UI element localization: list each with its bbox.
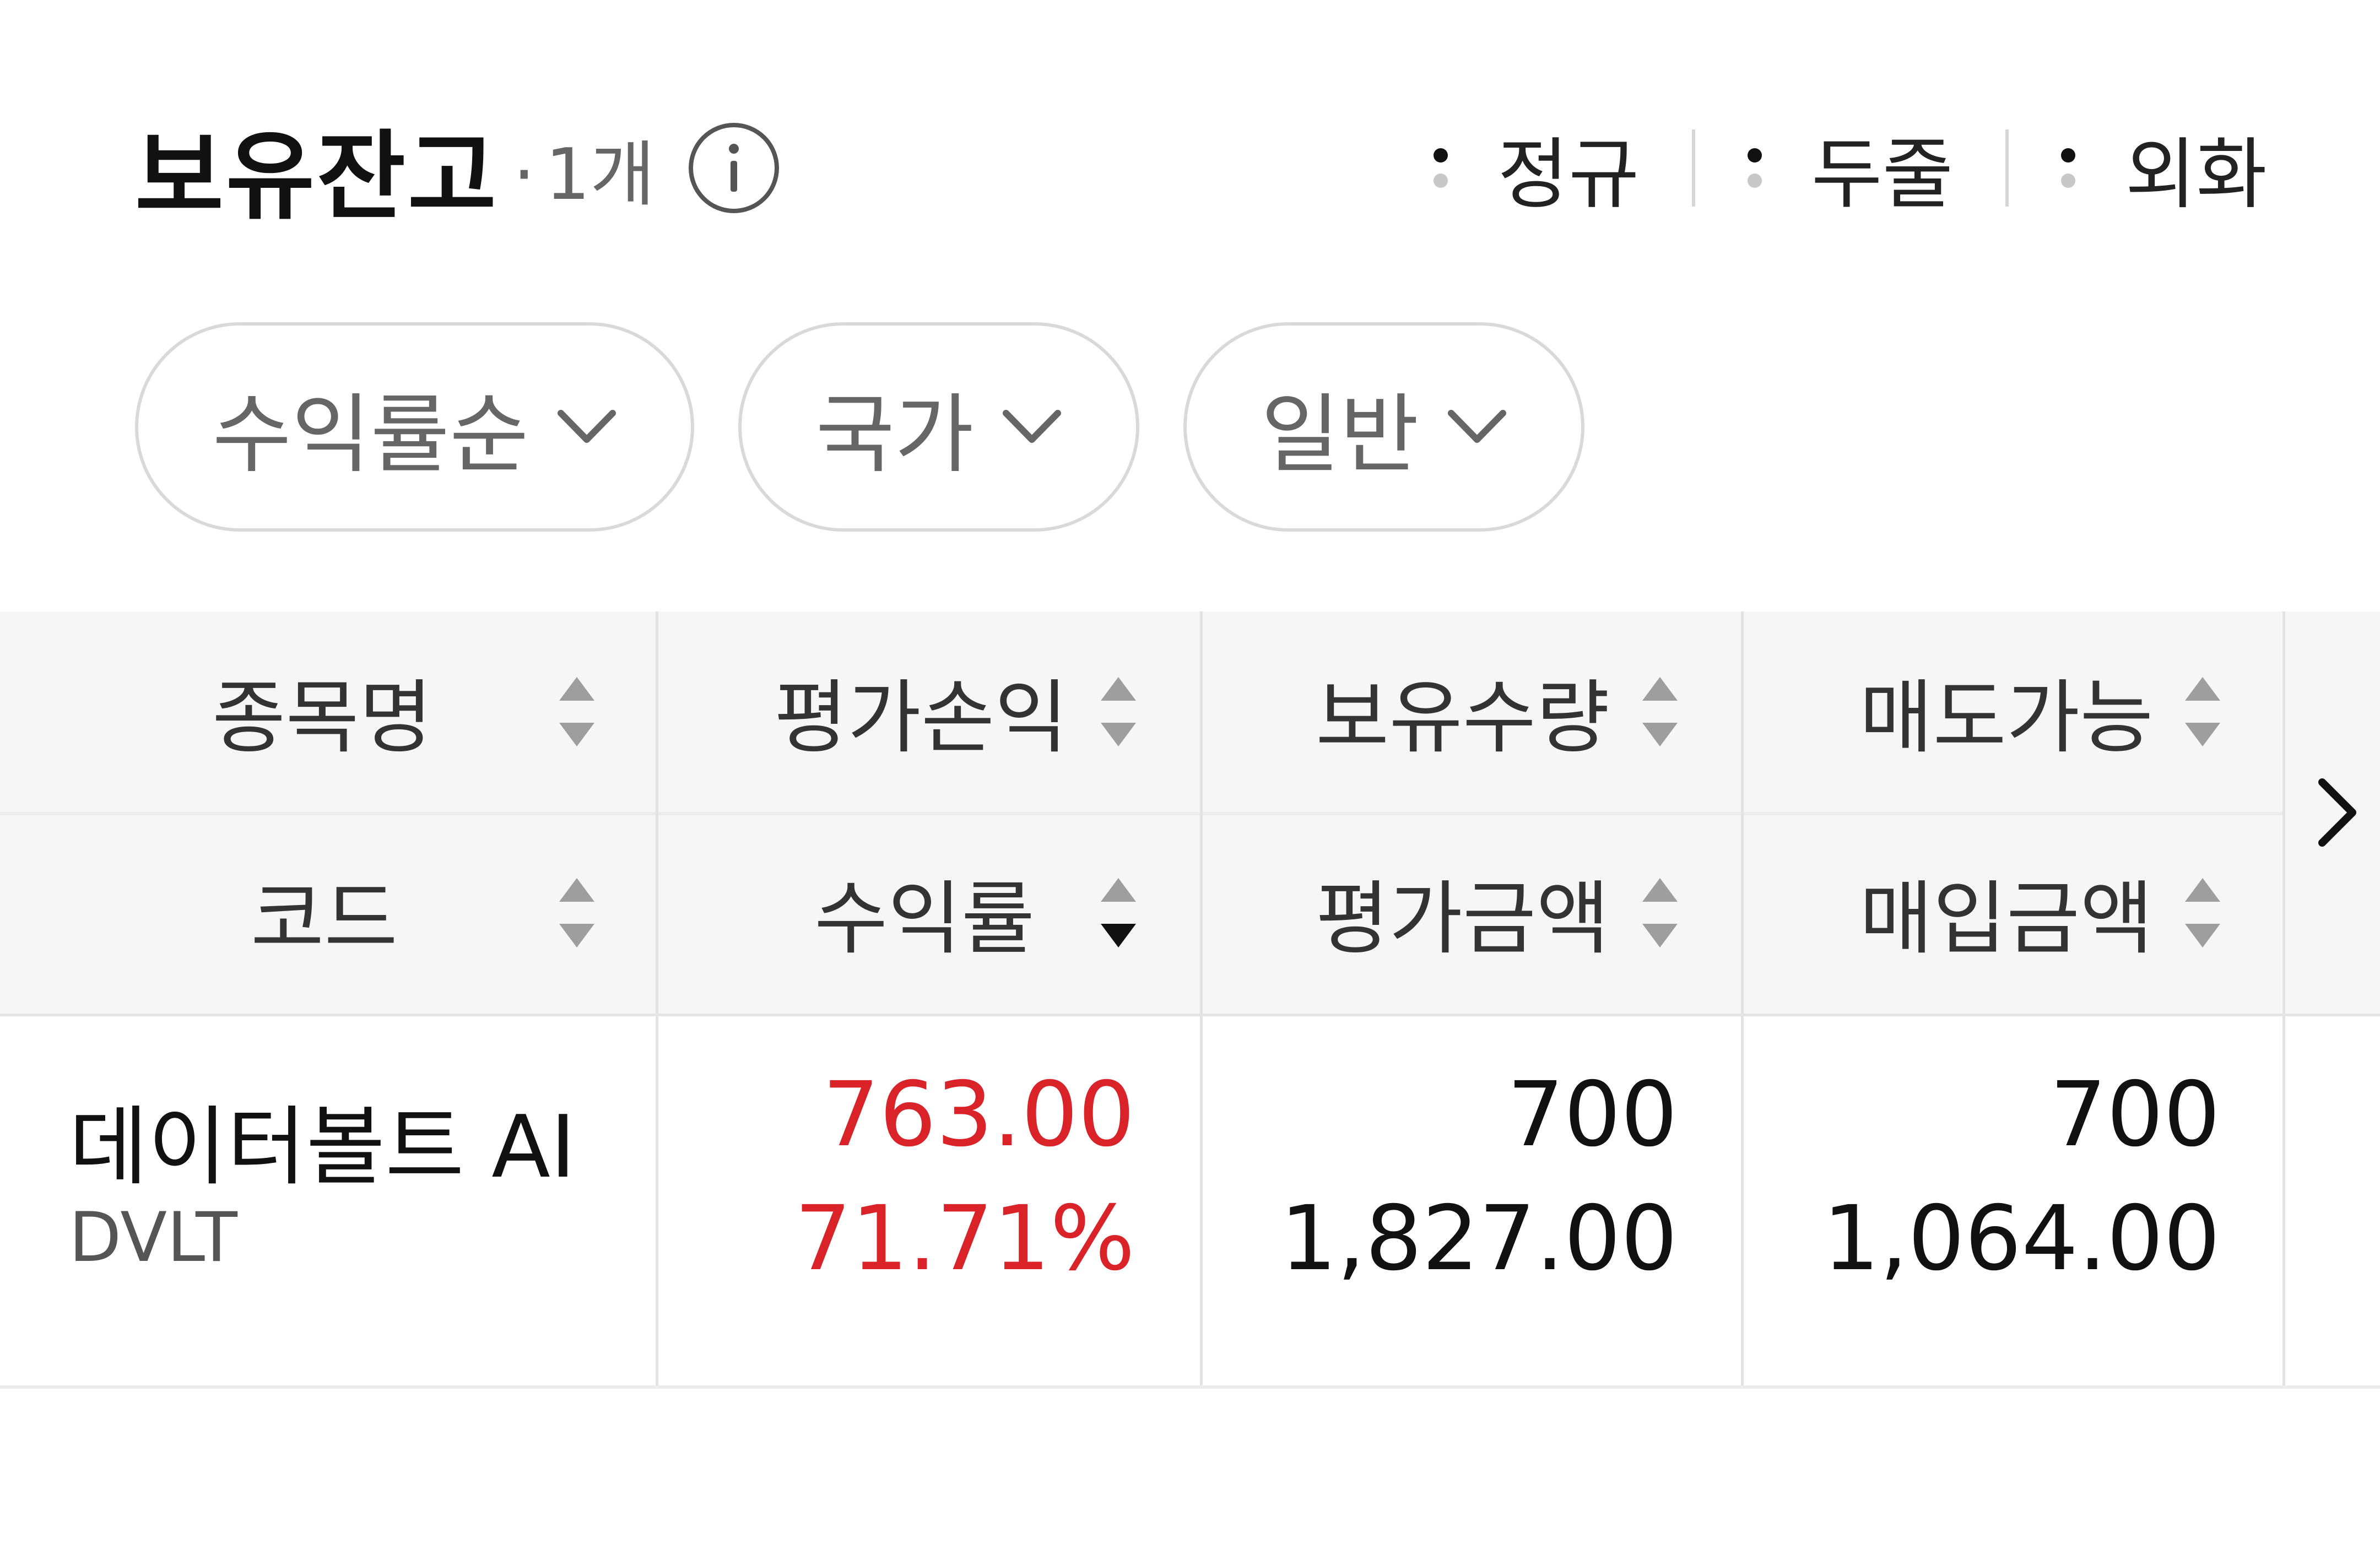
header-code[interactable]: 코드 <box>251 865 398 966</box>
header-pnl[interactable]: 평가손익 <box>774 664 1068 765</box>
header-pnl-label: 평가손익 <box>774 671 1068 765</box>
quantity-value: 700 <box>1507 1063 1678 1167</box>
header-sellable[interactable]: 매도가능 <box>1859 664 2154 765</box>
header-quantity[interactable]: 보유수량 <box>1316 664 1610 765</box>
sort-order-chip[interactable]: 수익률순 <box>135 322 694 532</box>
holding-count: · 1개 <box>513 117 655 219</box>
sort-icon[interactable] <box>2183 670 2222 753</box>
country-chip[interactable]: 국가 <box>738 322 1139 532</box>
column-divider <box>656 1016 658 1385</box>
column-divider <box>656 611 658 1016</box>
header-return-rate-label: 수익률 <box>814 873 1035 966</box>
sort-desc-active-icon[interactable] <box>1099 871 1138 954</box>
table-header: 종목명 평가손익 보유수량 매도가능 코드 수익률 평가금액 매입금액 <box>0 611 2380 1016</box>
header-purchase-amount[interactable]: 매입금액 <box>1859 865 2154 966</box>
header-eval-amount[interactable]: 평가금액 <box>1316 865 1610 966</box>
column-divider <box>1741 611 1744 1016</box>
header-purchase-amount-label: 매입금액 <box>1859 873 2154 966</box>
filter-two-line-label: 두줄 <box>1811 130 1954 220</box>
column-divider <box>2282 611 2285 1016</box>
chevron-right-icon[interactable] <box>2306 771 2366 854</box>
column-divider <box>1200 1016 1203 1385</box>
account-type-label: 일반 <box>1261 384 1419 485</box>
toggle-dots-icon <box>1747 143 1762 193</box>
sort-icon[interactable] <box>558 871 596 954</box>
filter-divider <box>2005 129 2009 207</box>
table-body: 데이터볼트 AI DVLT 763.00 71.71% 700 1,827.00… <box>0 1016 2380 1389</box>
filter-foreign-currency-label: 외화 <box>2125 130 2267 220</box>
header-stock-name[interactable]: 종목명 <box>212 664 432 765</box>
filter-two-line[interactable]: 두줄 <box>1747 112 1954 224</box>
chevron-down-icon <box>1447 408 1507 446</box>
sellable-value: 700 <box>2049 1063 2220 1167</box>
filter-divider <box>1691 129 1695 207</box>
header-sellable-label: 매도가능 <box>1859 671 2154 765</box>
header-eval-amount-label: 평가금액 <box>1316 873 1610 966</box>
column-divider <box>1741 1016 1744 1385</box>
sort-icon[interactable] <box>1641 670 1679 753</box>
header-return-rate[interactable]: 수익률 <box>814 865 1035 966</box>
column-divider <box>2282 1016 2285 1385</box>
header: 보유잔고 · 1개 <box>135 105 781 233</box>
sort-icon[interactable] <box>1099 670 1138 753</box>
holdings-table: 종목명 평가손익 보유수량 매도가능 코드 수익률 평가금액 매입금액 데이터볼… <box>0 611 2380 1389</box>
count-separator: · <box>513 133 536 216</box>
return-rate-value: 71.71% <box>794 1187 1135 1291</box>
page-title: 보유잔고 <box>135 121 499 233</box>
filter-regular[interactable]: 정규 <box>1434 112 1640 224</box>
sort-icon[interactable] <box>2183 871 2222 954</box>
stock-name: 데이터볼트 AI <box>69 1097 576 1197</box>
chevron-down-icon <box>1002 408 1062 446</box>
purchase-amount-value: 1,064.00 <box>1822 1187 2220 1291</box>
header-quantity-label: 보유수량 <box>1316 671 1610 765</box>
header-code-label: 코드 <box>251 873 398 966</box>
filter-foreign-currency[interactable]: 외화 <box>2061 112 2267 224</box>
toggle-dots-icon <box>1434 143 1448 193</box>
pnl-value: 763.00 <box>823 1063 1135 1167</box>
sort-icon[interactable] <box>1641 871 1679 954</box>
header-row-divider <box>0 812 2284 815</box>
info-icon[interactable] <box>687 121 781 215</box>
filter-regular-label: 정규 <box>1497 130 1640 220</box>
eval-amount-value: 1,827.00 <box>1280 1187 1678 1291</box>
sort-chip-row: 수익률순 국가 일반 <box>135 322 1629 532</box>
header-stock-name-label: 종목명 <box>212 671 433 765</box>
country-label: 국가 <box>815 384 974 485</box>
column-divider <box>1200 611 1203 1016</box>
account-type-chip[interactable]: 일반 <box>1183 322 1584 532</box>
holding-count-value: 1개 <box>545 133 655 216</box>
toggle-dots-icon <box>2061 143 2076 193</box>
chevron-down-icon <box>556 408 617 446</box>
market-filter-group: 정규 두줄 외화 <box>1434 116 2267 220</box>
stock-code: DVLT <box>69 1198 237 1277</box>
sort-icon[interactable] <box>558 670 596 753</box>
sort-order-label: 수익률순 <box>212 384 529 485</box>
